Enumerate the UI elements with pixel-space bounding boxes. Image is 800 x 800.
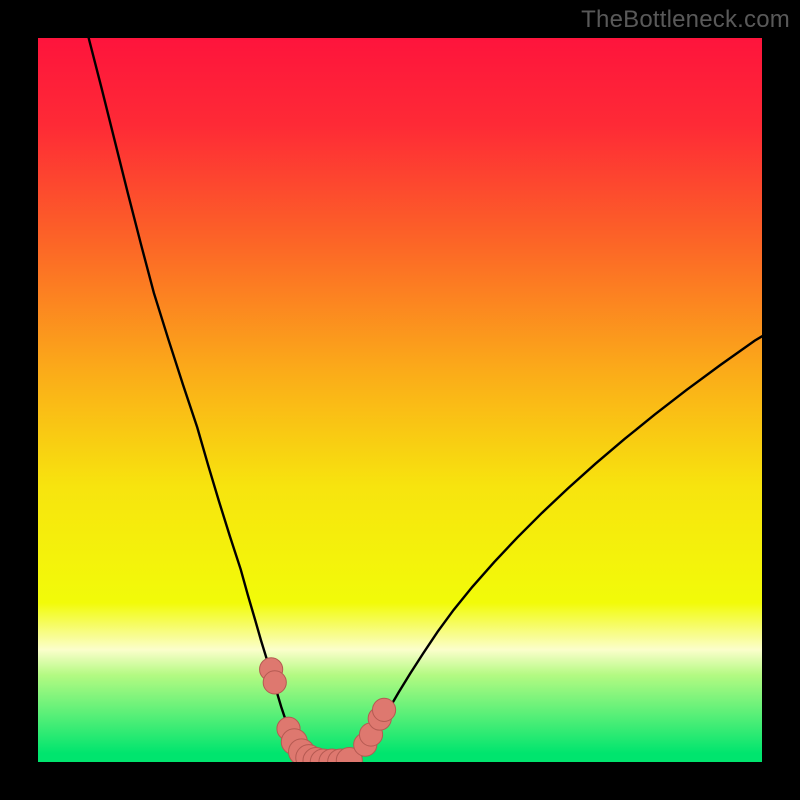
watermark-text: TheBottleneck.com: [581, 6, 790, 34]
marker-point: [263, 671, 286, 694]
plot-area: [38, 38, 762, 762]
curve-layer: [38, 38, 762, 762]
right-curve: [349, 336, 762, 762]
markers-group: [260, 658, 396, 762]
outer-frame: TheBottleneck.com: [0, 0, 800, 800]
marker-point: [372, 698, 395, 721]
left-curve: [89, 38, 312, 762]
